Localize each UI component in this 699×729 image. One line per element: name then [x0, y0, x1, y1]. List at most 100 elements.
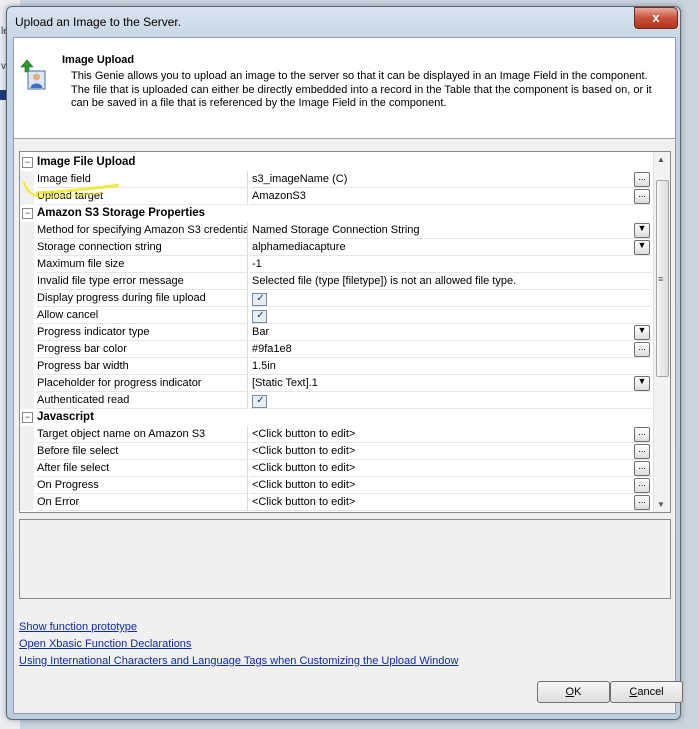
upload-user-icon: [20, 60, 46, 90]
property-name: Image field: [37, 171, 248, 188]
ellipsis-button[interactable]: ...: [634, 172, 650, 187]
dropdown-button[interactable]: ▼: [634, 376, 650, 391]
grid-property-row[interactable]: Before file select <Click button to edit>…: [20, 443, 652, 460]
row-gutter: [20, 273, 34, 290]
grid-category[interactable]: − Amazon S3 Storage Properties: [20, 205, 652, 222]
property-value-text: <Click button to edit>: [252, 428, 356, 440]
row-gutter: [20, 341, 34, 358]
property-value[interactable]: Named Storage Connection String ▼: [250, 222, 652, 239]
ellipsis-button[interactable]: ...: [634, 461, 650, 476]
ellipsis-button[interactable]: ...: [634, 189, 650, 204]
row-gutter: [20, 358, 34, 375]
row-gutter: [20, 188, 34, 205]
row-gutter: [20, 375, 34, 392]
grid-property-row[interactable]: Display progress during file upload ✓: [20, 290, 652, 307]
collapse-toggle-icon[interactable]: −: [22, 412, 33, 423]
dropdown-button[interactable]: ▼: [634, 325, 650, 340]
grid-property-row[interactable]: Image field s3_imageName (C)...: [20, 171, 652, 188]
property-value-text: <Click button to edit>: [252, 445, 356, 457]
checkbox[interactable]: ✓: [252, 395, 267, 408]
grid-scrollbar[interactable]: ▲ ≡ ▼: [653, 152, 670, 512]
dialog-client-area: Image Upload This Genie allows you to up…: [13, 37, 683, 714]
ellipsis-button[interactable]: ...: [634, 427, 650, 442]
grid-property-row[interactable]: On Progress <Click button to edit>...: [20, 477, 652, 494]
row-gutter: [20, 239, 34, 256]
checkbox[interactable]: ✓: [252, 293, 267, 306]
row-gutter: [20, 460, 34, 477]
row-gutter: [20, 256, 34, 273]
property-name: Progress bar width: [37, 358, 248, 375]
grid-category[interactable]: − Image File Upload: [20, 154, 652, 171]
ok-button[interactable]: OK: [537, 681, 610, 703]
collapse-toggle-icon[interactable]: −: [22, 208, 33, 219]
show-function-prototype-link[interactable]: Show function prototype: [19, 621, 137, 633]
property-name: Progress bar color: [37, 341, 248, 358]
grid-property-row[interactable]: Invalid file type error message Selected …: [20, 273, 652, 290]
grid-category[interactable]: − Javascript: [20, 409, 652, 426]
property-value-text: Selected file (type [filetype]) is not a…: [252, 275, 517, 287]
dropdown-button[interactable]: ▼: [634, 223, 650, 238]
grid-property-row[interactable]: Method for specifying Amazon S3 credenti…: [20, 222, 652, 239]
property-value[interactable]: s3_imageName (C)...: [250, 171, 652, 188]
property-value-text: s3_imageName (C): [252, 173, 348, 185]
scroll-up-arrow-icon[interactable]: ▲: [657, 155, 665, 164]
ellipsis-button[interactable]: ...: [634, 444, 650, 459]
property-name: After file select: [37, 460, 248, 477]
category-name: Amazon S3 Storage Properties: [37, 207, 206, 219]
property-value[interactable]: <Click button to edit>...: [250, 477, 652, 494]
grid-property-row[interactable]: Progress bar width 1.5in: [20, 358, 652, 375]
property-value-text: AmazonS3: [252, 190, 306, 202]
ellipsis-button[interactable]: ...: [634, 478, 650, 493]
property-value[interactable]: [Static Text].1 ▼: [250, 375, 652, 392]
grid-property-row[interactable]: Authenticated read ✓: [20, 392, 652, 409]
collapse-toggle-icon[interactable]: −: [22, 157, 33, 168]
property-value[interactable]: ✓: [250, 392, 652, 409]
property-description-panel: [19, 519, 671, 599]
property-value[interactable]: <Click button to edit>...: [250, 460, 652, 477]
property-value[interactable]: <Click button to edit>...: [250, 426, 652, 443]
row-gutter: [20, 392, 34, 409]
property-value[interactable]: #9fa1e8...: [250, 341, 652, 358]
row-gutter: [20, 222, 34, 239]
grid-property-row[interactable]: Upload target AmazonS3...: [20, 188, 652, 205]
ellipsis-button[interactable]: ...: [634, 342, 650, 357]
grid-property-row[interactable]: Progress indicator type Bar ▼: [20, 324, 652, 341]
property-value[interactable]: ✓: [250, 290, 652, 307]
grip-icon: ≡: [658, 274, 664, 284]
property-name: Storage connection string: [37, 239, 248, 256]
property-value[interactable]: <Click button to edit>...: [250, 443, 652, 460]
category-name: Javascript: [37, 411, 94, 423]
ellipsis-button[interactable]: ...: [634, 495, 650, 510]
property-value-text: <Click button to edit>: [252, 479, 356, 491]
open-xbasic-declarations-link[interactable]: Open Xbasic Function Declarations: [19, 638, 191, 650]
cancel-button[interactable]: Cancel: [610, 681, 683, 703]
dropdown-button[interactable]: ▼: [634, 240, 650, 255]
property-value-text: <Click button to edit>: [252, 496, 356, 508]
property-value[interactable]: Bar ▼: [250, 324, 652, 341]
scroll-down-arrow-icon[interactable]: ▼: [657, 500, 665, 509]
property-value[interactable]: Selected file (type [filetype]) is not a…: [250, 273, 652, 290]
grid-property-row[interactable]: Maximum file size -1: [20, 256, 652, 273]
grid-property-row[interactable]: On Error <Click button to edit>...: [20, 494, 652, 511]
grid-property-row[interactable]: Target object name on Amazon S3 <Click bu…: [20, 426, 652, 443]
checkbox[interactable]: ✓: [252, 310, 267, 323]
property-value[interactable]: <Click button to edit>...: [250, 494, 652, 511]
close-button[interactable]: x: [634, 7, 678, 29]
grid-property-row[interactable]: Progress bar color #9fa1e8...: [20, 341, 652, 358]
property-value-text: Bar: [252, 326, 270, 338]
property-value[interactable]: alphamediacapture ▼: [250, 239, 652, 256]
grid-property-row[interactable]: After file select <Click button to edit>.…: [20, 460, 652, 477]
property-value[interactable]: -1: [250, 256, 652, 273]
property-value-text: [Static Text].1: [252, 377, 318, 389]
property-grid[interactable]: − Image File Upload Image field s3_imageNam…: [19, 151, 671, 513]
property-value[interactable]: AmazonS3...: [250, 188, 652, 205]
category-name: Image File Upload: [37, 156, 136, 168]
property-value[interactable]: ✓: [250, 307, 652, 324]
grid-property-row[interactable]: Placeholder for progress indicator [Stati…: [20, 375, 652, 392]
property-value-text: Named Storage Connection String: [252, 224, 420, 236]
international-characters-link[interactable]: Using International Characters and Langu…: [19, 655, 458, 667]
grid-property-row[interactable]: Allow cancel ✓: [20, 307, 652, 324]
property-value[interactable]: 1.5in: [250, 358, 652, 375]
grid-property-row[interactable]: Storage connection string alphamediacaptu…: [20, 239, 652, 256]
row-gutter: [20, 426, 34, 443]
